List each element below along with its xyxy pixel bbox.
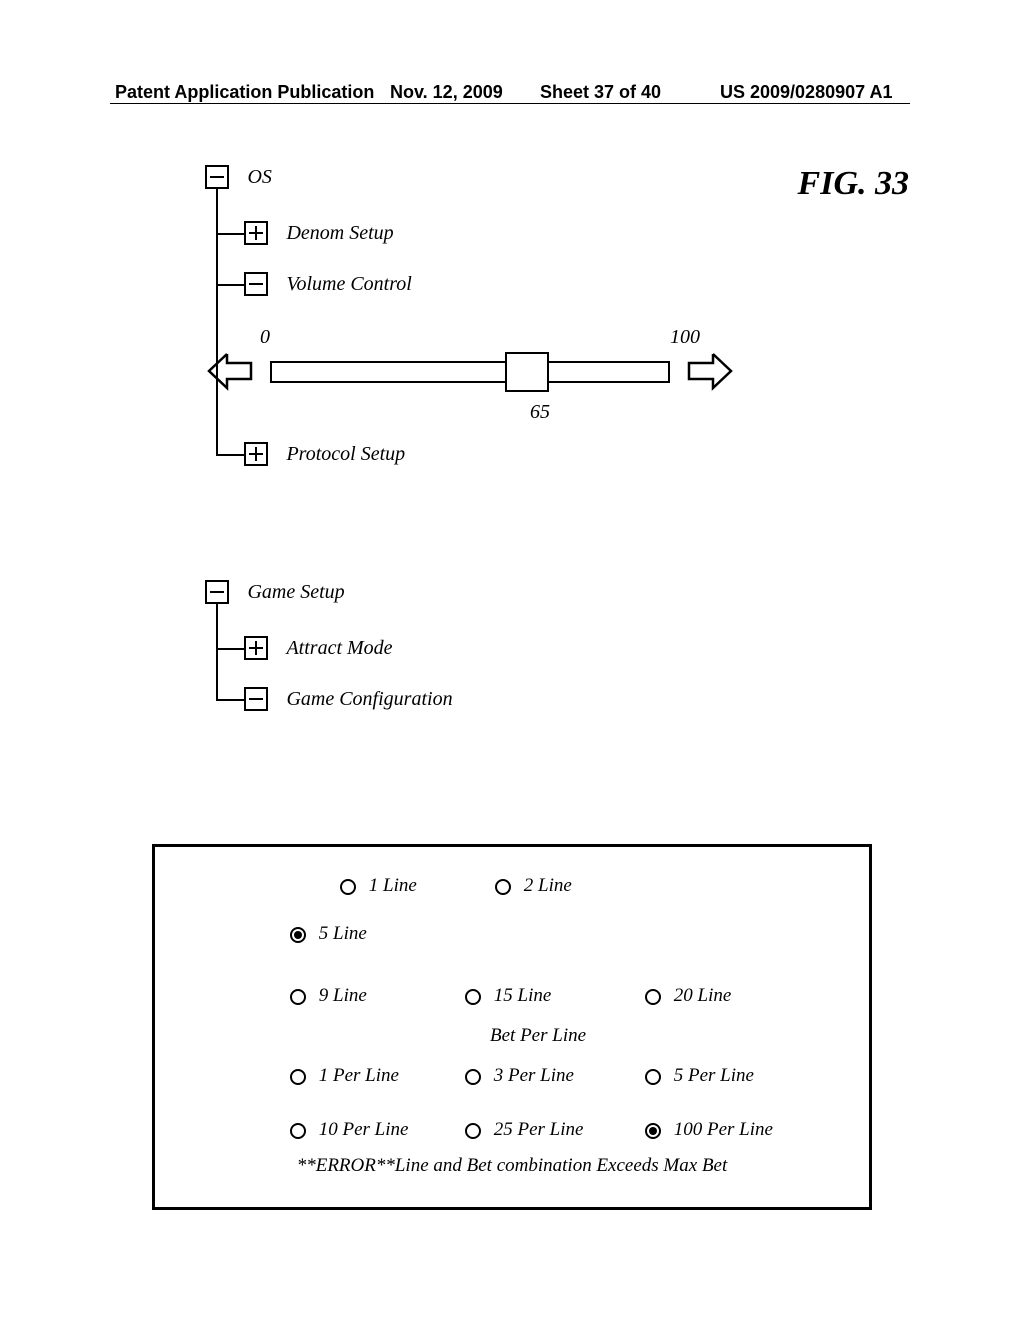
radio-label: 100 Per Line [674, 1119, 773, 1140]
radio-icon [290, 1069, 306, 1085]
slider-thumb[interactable] [505, 352, 549, 392]
bet-1-radio[interactable]: 1 Per Line [290, 1065, 399, 1087]
attract-mode-node[interactable]: Attract Mode [244, 636, 393, 660]
radio-label: 1 Per Line [319, 1065, 399, 1086]
pub-number: US 2009/0280907 A1 [720, 82, 892, 103]
radio-label: 5 Line [319, 923, 367, 944]
protocol-setup-label: Protocol Setup [286, 443, 405, 465]
radio-selected-icon [290, 927, 306, 943]
lines-9-radio[interactable]: 9 Line [290, 985, 367, 1007]
slider-max-label: 100 [670, 326, 700, 349]
bet-per-line-heading: Bet Per Line [490, 1025, 586, 1047]
os-node[interactable]: OS [205, 165, 272, 189]
lines-1-radio[interactable]: 1 Line [340, 875, 417, 897]
header-rule [110, 103, 910, 104]
volume-slider: 0 100 65 [200, 326, 745, 436]
radio-selected-icon [645, 1123, 661, 1139]
expand-icon[interactable] [244, 636, 268, 660]
denom-setup-label: Denom Setup [286, 222, 393, 244]
bet-25-radio[interactable]: 25 Per Line [465, 1119, 583, 1141]
slider-decrease-button[interactable] [205, 350, 255, 392]
radio-label: 15 Line [494, 985, 552, 1006]
denom-setup-node[interactable]: Denom Setup [244, 221, 394, 245]
radio-icon [290, 1123, 306, 1139]
slider-increase-button[interactable] [685, 350, 735, 392]
lines-2-radio[interactable]: 2 Line [495, 875, 572, 897]
game-config-panel: 1 Line 2 Line 5 Line 9 Line 15 Line 20 L… [152, 844, 872, 1210]
lines-5-radio[interactable]: 5 Line [290, 923, 367, 945]
bet-5-radio[interactable]: 5 Per Line [645, 1065, 754, 1087]
radio-icon [645, 1069, 661, 1085]
pub-type: Patent Application Publication [115, 82, 374, 103]
radio-icon [465, 989, 481, 1005]
bet-10-radio[interactable]: 10 Per Line [290, 1119, 408, 1141]
radio-icon [340, 879, 356, 895]
radio-label: 2 Line [524, 875, 572, 896]
attract-mode-label: Attract Mode [286, 637, 392, 659]
collapse-icon[interactable] [244, 687, 268, 711]
slider-value-label: 65 [530, 401, 550, 424]
tree-connector [216, 233, 244, 235]
os-label: OS [247, 166, 271, 188]
lines-20-radio[interactable]: 20 Line [645, 985, 731, 1007]
arrow-left-icon [205, 350, 255, 392]
slider-min-label: 0 [260, 326, 270, 349]
radio-icon [290, 989, 306, 1005]
game-setup-label: Game Setup [247, 581, 344, 603]
sheet-number: Sheet 37 of 40 [540, 82, 661, 103]
bet-100-radio[interactable]: 100 Per Line [645, 1119, 773, 1141]
expand-icon[interactable] [244, 442, 268, 466]
radio-icon [495, 879, 511, 895]
game-config-label: Game Configuration [286, 688, 452, 710]
collapse-icon[interactable] [205, 580, 229, 604]
expand-icon[interactable] [244, 221, 268, 245]
radio-label: 3 Per Line [494, 1065, 574, 1086]
arrow-right-icon [685, 350, 735, 392]
radio-label: 5 Per Line [674, 1065, 754, 1086]
game-config-node[interactable]: Game Configuration [244, 687, 453, 711]
radio-label: 9 Line [319, 985, 367, 1006]
radio-icon [465, 1069, 481, 1085]
radio-icon [465, 1123, 481, 1139]
tree-connector [216, 284, 244, 286]
protocol-setup-node[interactable]: Protocol Setup [244, 442, 405, 466]
lines-15-radio[interactable]: 15 Line [465, 985, 551, 1007]
tree-connector [216, 604, 218, 699]
radio-icon [645, 989, 661, 1005]
game-setup-node[interactable]: Game Setup [205, 580, 345, 604]
pub-date: Nov. 12, 2009 [390, 82, 503, 103]
bet-3-radio[interactable]: 3 Per Line [465, 1065, 574, 1087]
slider-track[interactable] [270, 361, 670, 383]
radio-label: 10 Per Line [319, 1119, 409, 1140]
tree-connector [216, 454, 244, 456]
figure-label: FIG. 33 [798, 165, 909, 203]
tree-connector [216, 648, 244, 650]
radio-label: 1 Line [369, 875, 417, 896]
collapse-icon[interactable] [205, 165, 229, 189]
radio-label: 20 Line [674, 985, 732, 1006]
error-message: **ERROR**Line and Bet combination Exceed… [155, 1155, 869, 1177]
radio-label: 25 Per Line [494, 1119, 584, 1140]
tree-connector [216, 699, 244, 701]
volume-control-label: Volume Control [286, 273, 411, 295]
volume-control-node[interactable]: Volume Control [244, 272, 412, 296]
collapse-icon[interactable] [244, 272, 268, 296]
